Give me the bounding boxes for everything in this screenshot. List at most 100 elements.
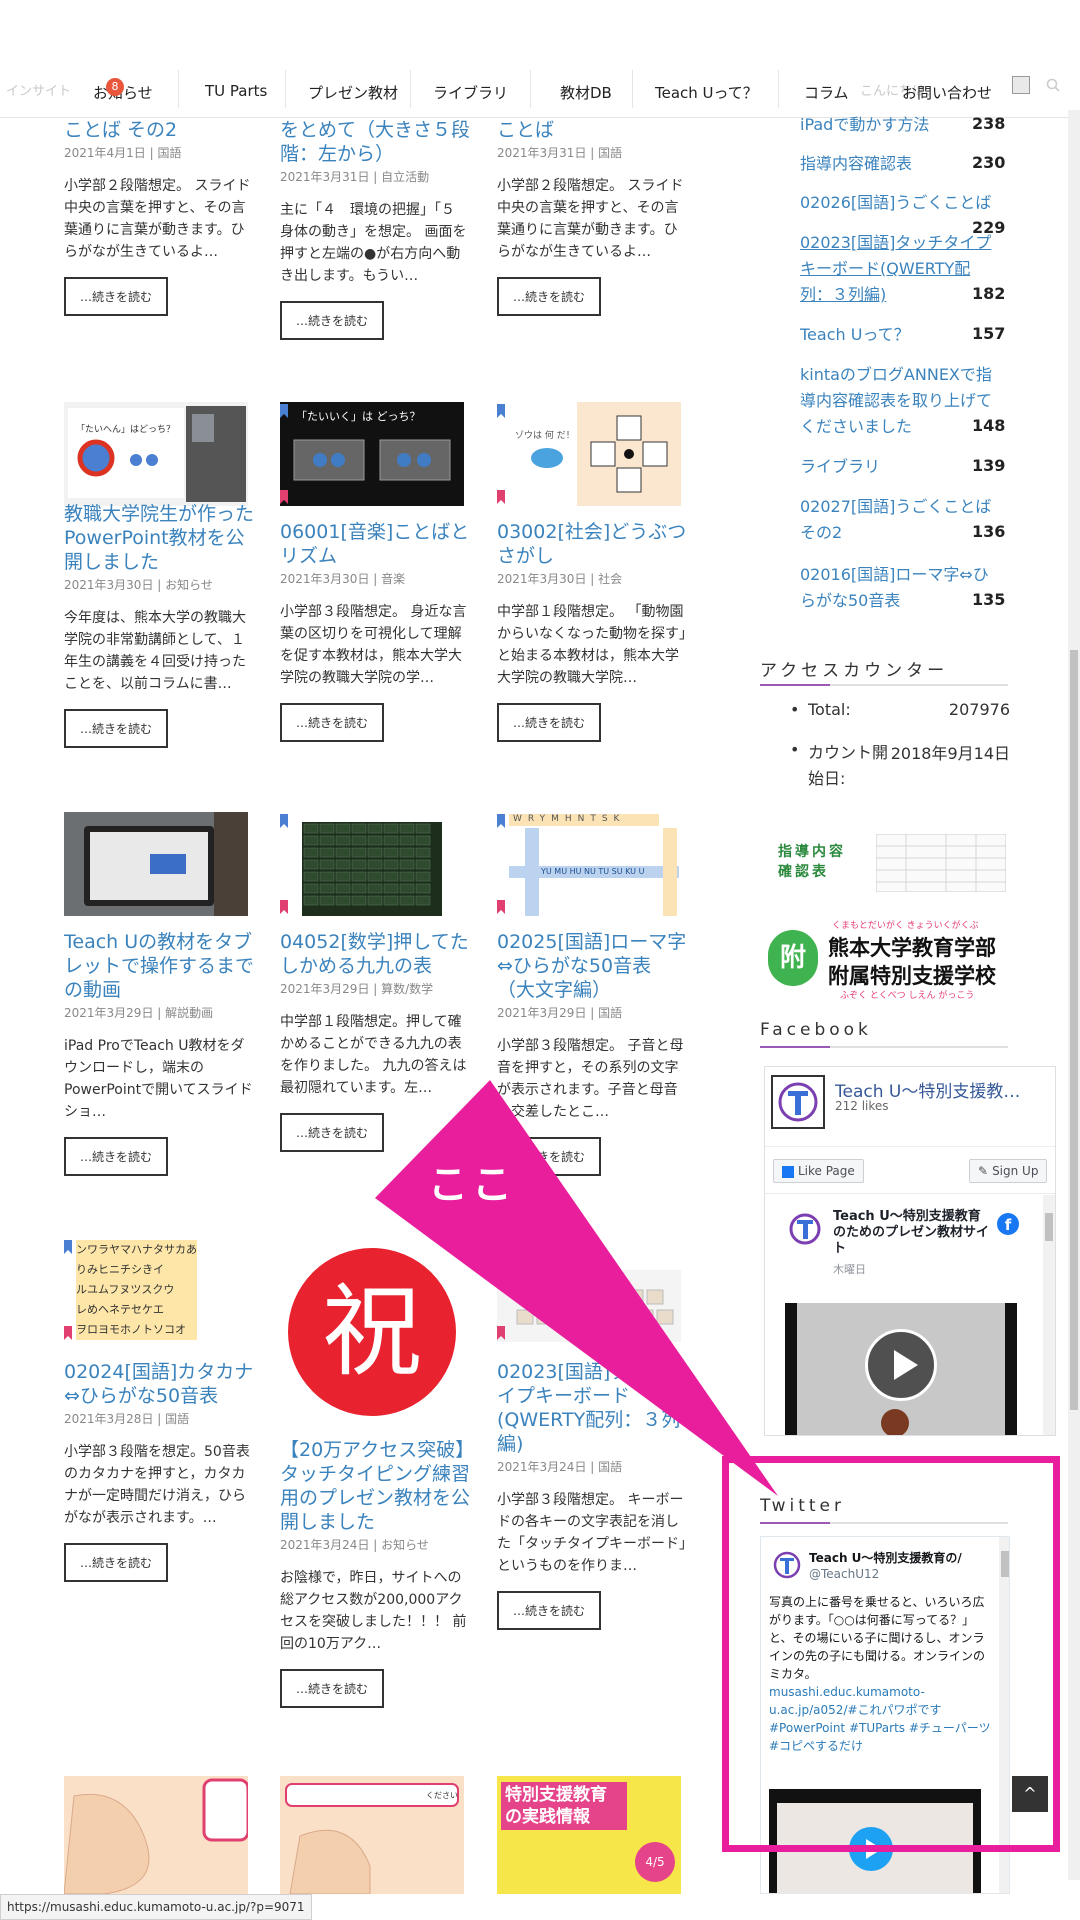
thumb-caption: ください [426, 1791, 458, 1800]
post-category[interactable]: 国語 [157, 146, 181, 160]
facebook-embed: Teach U～特別支援教… 212 likes Like Page ✎ Sign… [764, 1066, 1056, 1436]
popular-post-count: 230 [972, 153, 1006, 172]
post-title[interactable]: をとめて（大きさ５段階：左から） [280, 118, 470, 166]
user-avatar[interactable] [1012, 76, 1030, 94]
school-banner[interactable]: 附 くまもとだいがく きょういくがくぶ 熊本大学教育学部 附属特別支援学校 ふぞ… [764, 916, 1014, 1006]
popular-post-link[interactable]: 02016[国語]ローマ字⇔ひらがな50音表 [800, 562, 1000, 614]
post-category[interactable]: 自立活動 [381, 170, 429, 184]
post-title[interactable]: 02025[国語]ローマ字⇔ひらがな50音表（大文字編） [497, 930, 687, 1002]
read-more-button[interactable]: …続きを読む [64, 1137, 169, 1176]
post-thumbnail[interactable]: ゾウは 何 だ！ [497, 402, 681, 506]
fb-like-button[interactable]: Like Page [773, 1159, 864, 1183]
post-thumbnail[interactable] [64, 812, 248, 916]
post-thumbnail[interactable]: ンワラヤマハナタサカあ りみヒニチシきイ ルユムフヌツスクウ レめヘネテセケエ … [64, 1238, 248, 1342]
nav-separator [778, 70, 779, 108]
nav-item-about[interactable]: Teach Uって？ [655, 82, 758, 103]
access-counter: • Total: 207976 • カウント開始日: 2018年9月14日 [790, 700, 1012, 794]
post-title[interactable]: ことば [497, 118, 687, 142]
nav-item-presentation[interactable]: プレゼン教材 [308, 82, 398, 103]
romaji-thumbnail-icon [497, 814, 679, 916]
post-category[interactable]: 国語 [165, 1412, 189, 1426]
guidance-chart-banner[interactable]: 指導内容確認表 [770, 832, 1010, 894]
post-category[interactable]: 音楽 [381, 572, 405, 586]
thumb-caption: 「たいいく」は どっち？ [296, 410, 421, 423]
post-category[interactable]: 国語 [598, 146, 622, 160]
read-more-button[interactable]: …続きを読む [497, 703, 602, 742]
fb-video[interactable] [785, 1303, 1017, 1435]
post-thumbnail[interactable] [64, 1776, 248, 1894]
post-thumbnail[interactable]: #PowerPoint #TUParts #チューパーツ #コピペするだけ 特別… [497, 1776, 681, 1894]
popular-post-link[interactable]: 02026[国語]うごくことば [800, 190, 1010, 216]
post-category[interactable]: 国語 [598, 1006, 622, 1020]
highlight-box [722, 1456, 1060, 1852]
post-date: 2021年3月24日 [280, 1538, 370, 1552]
popular-post-count: 139 [972, 456, 1006, 475]
fb-post-date: 木曜日 [833, 1263, 866, 1276]
fb-signup-button[interactable]: ✎ Sign Up [969, 1159, 1048, 1183]
read-more-button[interactable]: …続きを読む [497, 277, 602, 316]
nav-item-library[interactable]: ライブラリ [433, 82, 508, 103]
post-thumbnail[interactable]: ください [280, 1776, 464, 1894]
total-value: 207976 [948, 700, 1010, 719]
read-more-button[interactable]: …続きを読む [280, 301, 385, 340]
post-meta: 2021年3月29日 | 国語 [497, 1006, 623, 1020]
post-card: Teach Uの教材をタブレットで操作するまでの動画 2021年3月29日 | … [64, 930, 254, 1176]
page-scroll-thumb[interactable] [1070, 650, 1078, 1410]
facebook-logo-icon: f [997, 1213, 1019, 1235]
post-title[interactable]: 04052[数学]押してたしかめる九九の表 [280, 930, 470, 978]
post-meta: 2021年3月30日 | 音楽 [280, 572, 406, 586]
post-meta: 2021年3月30日 | 社会 [497, 572, 623, 586]
post-title[interactable]: 02023[国語]タッチタイプキーボード(QWERTY配列：３列編) [497, 1360, 687, 1456]
nav-item-column[interactable]: コラム [804, 82, 849, 103]
fb-scrollbar[interactable] [1043, 1195, 1055, 1435]
post-thumbnail[interactable]: WRYMHNTSK YU MU HU NU TU SU KU U [497, 812, 681, 916]
nav-item-contact[interactable]: お問い合わせ [902, 82, 992, 103]
post-category[interactable]: 国語 [598, 1460, 622, 1474]
read-more-button[interactable]: …続きを読む [64, 1543, 169, 1582]
read-more-button[interactable]: …続きを読む [64, 709, 169, 748]
post-title[interactable]: 教職大学院生が作ったPowerPoint教材を公開しました [64, 502, 254, 574]
school-name-1: 熊本大学教育学部 [828, 936, 996, 960]
post-thumbnail[interactable] [280, 812, 464, 916]
post-title[interactable]: ことば その2 [64, 118, 254, 142]
post-category[interactable]: 社会 [598, 572, 622, 586]
post-category[interactable]: お知らせ [381, 1538, 429, 1552]
post-title[interactable]: 02024[国語]カタカナ⇔ひらがな50音表 [64, 1360, 254, 1408]
post-title[interactable]: 【20万アクセス突破】タッチタイピング練習用のプレゼン教材を公開しました [280, 1438, 470, 1534]
fb-post-author[interactable]: Teach U～特別支援教育のためのプレゼン教材サイト [833, 1209, 993, 1257]
celebration-image[interactable]: 祝 [288, 1248, 456, 1416]
read-more-button[interactable]: …続きを読む [280, 1113, 385, 1152]
read-more-button[interactable]: …続きを読む [497, 1591, 602, 1630]
post-category[interactable]: 算数/数学 [381, 982, 433, 996]
post-title[interactable]: Teach Uの教材をタブレットで操作するまでの動画 [64, 930, 254, 1002]
start-label: カウント開始日: [808, 743, 889, 788]
fb-divider [765, 1193, 1055, 1194]
post-thumbnail[interactable]: 「たいへん」はどっち？ [64, 402, 248, 506]
post-excerpt: 小学部２段階想定。 スライド中央の言葉を押すと、その言葉通りに言葉が動きます。ひ… [497, 178, 684, 260]
page-scrollbar[interactable] [1068, 110, 1080, 1880]
read-more-button[interactable]: …続きを読む [280, 1669, 385, 1708]
nav-separator [530, 70, 531, 108]
popular-post-link[interactable]: 02023[国語]タッチタイプキーボード(QWERTY配列：３列編) [800, 230, 996, 308]
nav-item-tu-parts[interactable]: TU Parts [205, 82, 267, 100]
fb-post-avatar[interactable] [785, 1209, 825, 1249]
fb-scroll-thumb[interactable] [1045, 1213, 1053, 1241]
post-thumbnail[interactable]: 「たいいく」は どっち？ [280, 402, 464, 506]
post-category[interactable]: お知らせ [165, 578, 213, 592]
nav-item-db[interactable]: 教材DB [560, 82, 612, 103]
post-title[interactable]: 06001[音楽]ことばとリズム [280, 520, 470, 568]
post-title[interactable]: 03002[社会]どうぶつさがし [497, 520, 687, 568]
post-date: 2021年3月30日 [64, 578, 154, 592]
play-icon[interactable] [865, 1329, 937, 1401]
post-thumbnail[interactable] [497, 1270, 681, 1342]
popular-post-link[interactable]: 02027[国語]うごくことば その2 [800, 494, 1000, 546]
pencil-icon: ✎ [978, 1164, 989, 1178]
back-to-top-button[interactable]: ^ [1012, 1776, 1048, 1812]
facebook-title: Facebook [760, 1020, 872, 1040]
read-more-button[interactable]: …続きを読む [280, 703, 385, 742]
read-more-button[interactable]: …続きを読む [64, 277, 169, 316]
post-category[interactable]: 解説動画 [165, 1006, 213, 1020]
search-icon[interactable] [1046, 78, 1060, 92]
top-navigation: インサイト お知らせ 8 TU Parts プレゼン教材 ライブラリ 教材DB … [0, 60, 1080, 118]
teach-u-logo[interactable] [771, 1075, 825, 1129]
